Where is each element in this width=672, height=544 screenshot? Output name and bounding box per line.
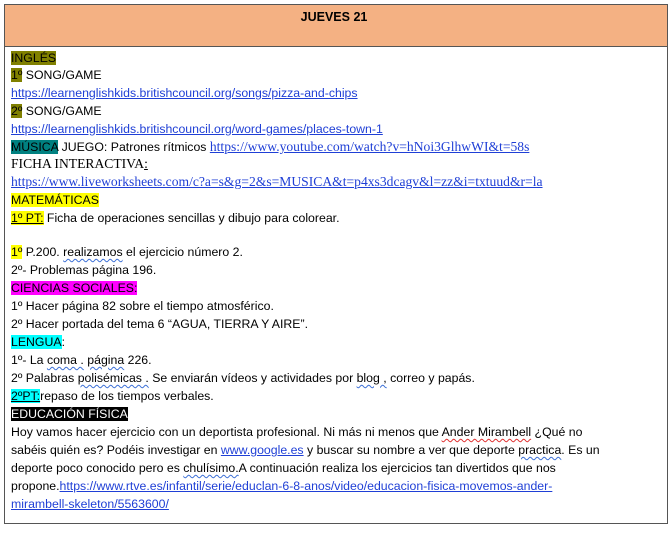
mates-line-1-number: 1º bbox=[11, 245, 23, 259]
ingles-item-1-number: 1º bbox=[11, 68, 23, 82]
ef-google-link[interactable]: www.google.es bbox=[221, 443, 304, 457]
sociales-heading: CIENCIAS SOCIALES: bbox=[11, 281, 138, 295]
ef-paragraph-line-5: mirambell-skeleton/5563600/ bbox=[11, 496, 169, 512]
musica-ficha-colon: : bbox=[144, 156, 148, 171]
ef-p3-a: deporte poco conocido pero es bbox=[11, 461, 184, 475]
ingles-item-2: 2º SONG/GAME bbox=[11, 103, 102, 119]
mates-line-1-c: el ejercicio número 2. bbox=[122, 245, 243, 259]
lengua-line-2-d: blog , bbox=[356, 371, 387, 385]
musica-juego-link[interactable]: https://www.youtube.com/watch?v=hNoi3Glh… bbox=[210, 139, 530, 154]
sociales-line-1: 1º Hacer página 82 sobre el tiempo atmos… bbox=[11, 298, 274, 314]
lengua-pt-label: 2ºPT: bbox=[11, 389, 41, 403]
sociales-line-2: 2º Hacer portada del tema 6 “AGUA, TIERR… bbox=[11, 316, 308, 332]
mates-pt-text: Ficha de operaciones sencillas y dibujo … bbox=[43, 211, 340, 225]
ef-p2-a: sabéis quién es? Podéis investigar en bbox=[11, 443, 221, 457]
ef-p2-b: y buscar su nombre a ver que deporte bbox=[303, 443, 519, 457]
mates-line-1-a: P.200. bbox=[22, 245, 64, 259]
ingles-item-1-text: SONG/GAME bbox=[22, 68, 102, 82]
ef-paragraph-line-3: deporte poco conocido pero es chulísimo.… bbox=[11, 460, 556, 476]
lengua-heading: LENGUA bbox=[11, 335, 62, 349]
ingles-item-2-text: SONG/GAME bbox=[22, 104, 102, 118]
sociales-line-2-text: 2º Hacer portada del tema 6 “AGUA, TIERR… bbox=[11, 317, 309, 331]
ef-heading-line: EDUCACIÓN FÍSICA bbox=[11, 406, 128, 422]
ef-paragraph-line-2: sabéis quién es? Podéis investigar en ww… bbox=[11, 442, 600, 458]
sociales-heading-line: CIENCIAS SOCIALES: bbox=[11, 280, 138, 296]
musica-juego-text: JUEGO: Patrones rítmicos bbox=[58, 140, 210, 154]
mates-pt-line: 1º PT: Ficha de operaciones sencillas y … bbox=[11, 210, 340, 226]
lengua-heading-colon: : bbox=[61, 335, 65, 349]
lengua-heading-line: LENGUA: bbox=[11, 334, 65, 350]
mates-line-2-text: 2º- Problemas página 196. bbox=[11, 263, 157, 277]
musica-ficha-link-line: https://www.liveworksheets.com/c?a=s&g=2… bbox=[11, 174, 543, 190]
lengua-line-2-c: Se enviarán vídeos y actividades por bbox=[148, 371, 357, 385]
ef-p1-c: ¿Qué no bbox=[531, 425, 583, 439]
ef-p1-a: Hoy vamos hacer ejercicio con un deporti… bbox=[11, 425, 442, 439]
musica-ficha-text: FICHA INTERACTIVA bbox=[11, 156, 145, 171]
lengua-line-1-b: coma . bbox=[46, 353, 84, 367]
lengua-line-2: 2º Palabras polisémicas . Se enviarán ví… bbox=[11, 370, 475, 386]
mates-heading-line: MATEMÁTICAS bbox=[11, 192, 99, 208]
ingles-link-1[interactable]: https://learnenglishkids.britishcouncil.… bbox=[11, 86, 358, 100]
ef-rtve-link-continued[interactable]: mirambell-skeleton/5563600/ bbox=[11, 497, 169, 511]
ef-p1-name: Ander Mirambell bbox=[441, 425, 532, 439]
ingles-link-1-line: https://learnenglishkids.britishcouncil.… bbox=[11, 85, 358, 101]
lengua-pt-line: 2ºPT:repaso de los tiempos verbales. bbox=[11, 388, 214, 404]
lengua-line-1: 1º- La coma . página 226. bbox=[11, 352, 152, 368]
lengua-line-1-a: 1º- La bbox=[11, 353, 47, 367]
day-header: JUEVES 21 bbox=[5, 5, 667, 47]
ingles-item-2-number: 2º bbox=[11, 104, 23, 118]
ef-heading: EDUCACIÓN FÍSICA bbox=[11, 407, 128, 421]
ingles-link-2[interactable]: https://learnenglishkids.britishcouncil.… bbox=[11, 122, 383, 136]
ef-p2-c: practica bbox=[518, 443, 562, 457]
ingles-heading: INGLÉS bbox=[11, 51, 57, 65]
ef-p3-c: A continuación realiza los ejercicios ta… bbox=[238, 461, 556, 475]
mates-line-1: 1º P.200. realizamos el ejercicio número… bbox=[11, 244, 243, 260]
day-title: JUEVES 21 bbox=[300, 9, 368, 24]
ef-p2-d: . Es un bbox=[561, 443, 600, 457]
lengua-line-2-a: 2º Palabras bbox=[11, 371, 78, 385]
ef-paragraph-line-4: propone.https://www.rtve.es/infantil/ser… bbox=[11, 478, 552, 494]
ef-paragraph-line-1: Hoy vamos hacer ejercicio con un deporti… bbox=[11, 424, 582, 440]
lengua-line-2-b: polisémicas . bbox=[77, 371, 149, 385]
musica-heading: MÚSICA bbox=[11, 140, 59, 154]
mates-heading: MATEMÁTICAS bbox=[11, 193, 99, 207]
ef-p4-a: propone. bbox=[11, 479, 60, 493]
lengua-line-2-e: correo y papás. bbox=[386, 371, 475, 385]
sociales-line-1-text: 1º Hacer página 82 sobre el tiempo atmos… bbox=[11, 299, 274, 313]
ef-rtve-link[interactable]: https://www.rtve.es/infantil/serie/educl… bbox=[60, 479, 553, 493]
mates-line-1-b: realizamos bbox=[63, 245, 123, 259]
musica-juego-line: MÚSICA JUEGO: Patrones rítmicos https://… bbox=[11, 139, 529, 155]
ingles-heading-line: INGLÉS bbox=[11, 50, 57, 66]
lengua-pt-text: repaso de los tiempos verbales. bbox=[40, 389, 214, 403]
lengua-line-1-d: página bbox=[87, 353, 125, 367]
mates-pt-label: 1º PT: bbox=[11, 211, 44, 225]
schedule-table: JUEVES 21 INGLÉS 1º SONG/GAME https://le… bbox=[4, 4, 668, 524]
lengua-line-1-e: 226. bbox=[124, 353, 152, 367]
musica-ficha-link[interactable]: https://www.liveworksheets.com/c?a=s&g=2… bbox=[11, 174, 543, 189]
ingles-item-1: 1º SONG/GAME bbox=[11, 67, 102, 83]
musica-ficha-line: FICHA INTERACTIVA: bbox=[11, 156, 148, 172]
mates-line-2: 2º- Problemas página 196. bbox=[11, 262, 156, 278]
ef-p3-b: chulísimo. bbox=[183, 461, 239, 475]
ingles-link-2-line: https://learnenglishkids.britishcouncil.… bbox=[11, 121, 383, 137]
